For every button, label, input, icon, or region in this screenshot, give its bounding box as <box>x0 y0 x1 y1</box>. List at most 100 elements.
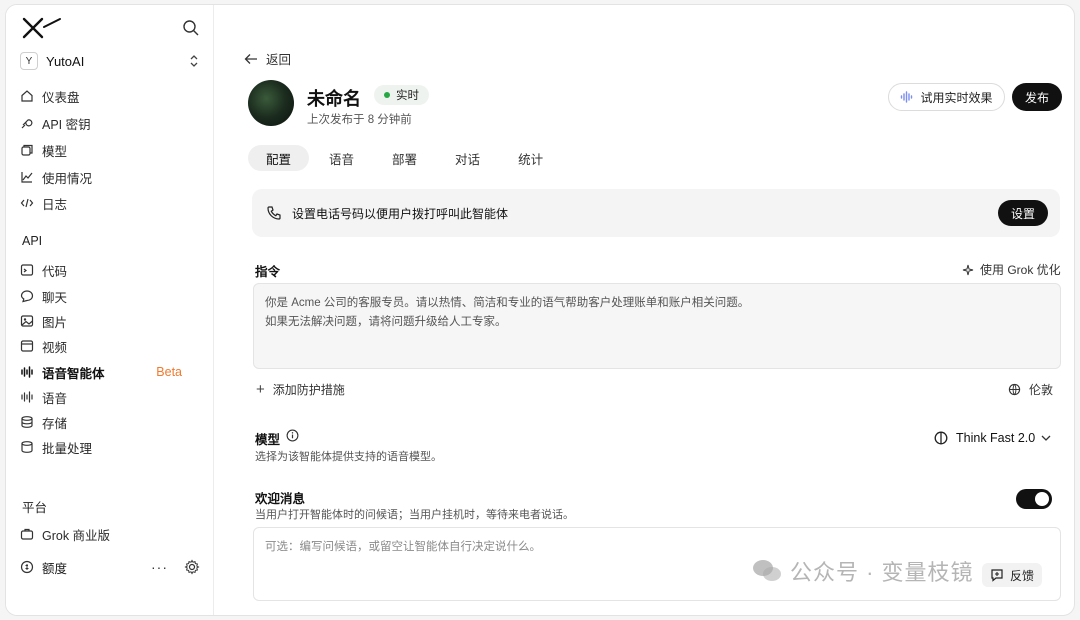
workspace-switcher[interactable]: Y YutoAI <box>20 51 200 71</box>
optimize-with-grok-button[interactable]: 使用 Grok 优化 <box>962 261 1061 278</box>
back-button[interactable]: 返回 <box>244 49 291 68</box>
tab-conversations[interactable]: 对话 <box>437 145 498 171</box>
search-icon[interactable] <box>182 19 200 37</box>
waveform-small-icon <box>20 390 34 404</box>
region-selector[interactable]: 伦敦 <box>1008 381 1053 398</box>
beta-badge: Beta <box>156 365 182 379</box>
tab-voice[interactable]: 语音 <box>311 145 372 171</box>
sidebar-item-grok-business[interactable]: Grok 商业版 <box>20 524 200 544</box>
sidebar-item-storage[interactable]: 存储 <box>20 412 200 432</box>
key-icon <box>20 116 34 130</box>
sidebar-item-dashboard[interactable]: 仪表盘 <box>20 86 200 106</box>
watermark-text: 公众号 · 变量枝镜 <box>790 560 974 585</box>
sidebar-item-voice[interactable]: 语音 <box>20 387 200 407</box>
add-guardrail-button[interactable]: + 添加防护措施 <box>256 381 345 398</box>
globe-icon <box>1008 383 1021 396</box>
optimize-label: 使用 Grok 优化 <box>980 263 1061 277</box>
sidebar-item-label: 图片 <box>42 315 68 330</box>
feedback-label: 反馈 <box>1010 568 1035 583</box>
instructions-label: 指令 <box>255 265 281 279</box>
sidebar-item-label: 存储 <box>42 416 68 431</box>
last-published-text: 上次发布于 8 分钟前 <box>307 114 412 126</box>
model-dropdown[interactable]: Think Fast 2.0 <box>934 431 1059 445</box>
waveform-icon <box>20 365 34 379</box>
sidebar-item-label: 语音智能体 <box>42 366 105 381</box>
sidebar-item-label: 日志 <box>42 197 68 212</box>
sidebar-item-label: Grok 商业版 <box>42 528 111 543</box>
stack-icon <box>20 440 34 454</box>
sidebar-item-label: 代码 <box>42 264 68 279</box>
try-live-button[interactable]: 试用实时效果 <box>888 83 1005 111</box>
sidebar-item-voice-agent[interactable]: 语音智能体 Beta <box>20 362 200 382</box>
code-icon <box>20 196 34 210</box>
x-logo-icon[interactable] <box>22 17 62 41</box>
sidebar-item-chat[interactable]: 聊天 <box>20 286 200 306</box>
sidebar-item-video[interactable]: 视频 <box>20 336 200 356</box>
sidebar-item-api-keys[interactable]: API 密钥 <box>20 113 200 133</box>
tab-stats[interactable]: 统计 <box>500 145 561 171</box>
sidebar-item-logs[interactable]: 日志 <box>20 193 200 213</box>
sidebar-footer: 额度 ··· <box>20 557 200 577</box>
chat-bubble-icon <box>20 289 34 303</box>
plus-icon: + <box>256 381 265 398</box>
phone-banner-text: 设置电话号码以便用户拨打呼叫此智能体 <box>292 206 509 221</box>
chevron-down-icon <box>1041 435 1051 441</box>
voice-wave-icon <box>901 91 913 103</box>
welcome-message-toggle[interactable] <box>1016 489 1052 509</box>
workspace-badge: Y <box>20 52 38 70</box>
chart-line-icon <box>20 170 34 184</box>
try-live-label: 试用实时效果 <box>920 90 993 105</box>
sidebar-item-batch[interactable]: 批量处理 <box>20 437 200 457</box>
info-icon[interactable] <box>286 429 299 442</box>
sidebar-item-usage[interactable]: 使用情况 <box>20 167 200 187</box>
feedback-button[interactable]: 反馈 <box>982 563 1043 587</box>
instructions-line-1: 你是 Acme 公司的客服专员。请以热情、简洁和专业的语气帮助客户处理账单和账户… <box>265 297 750 309</box>
app-window: Y YutoAI 仪表盘 API 密钥 模型 使用情况 日志 API 代码 聊天… <box>5 4 1075 616</box>
arrow-left-icon <box>244 53 257 64</box>
chevron-up-down-icon <box>190 55 198 67</box>
credits-link[interactable]: 额度 <box>42 558 67 577</box>
workspace-name: YutoAI <box>46 53 85 69</box>
sidebar-item-label: 模型 <box>42 144 68 159</box>
model-description: 选择为该智能体提供支持的语音模型。 <box>255 451 442 463</box>
instructions-textarea[interactable]: 你是 Acme 公司的客服专员。请以热情、简洁和专业的语气帮助客户处理账单和账户… <box>253 283 1061 369</box>
live-dot-icon <box>384 92 390 98</box>
welcome-message-description: 当用户打开智能体时的问候语；当用户挂机时，等待来电者说话。 <box>255 509 574 521</box>
sidebar-item-label: 批量处理 <box>42 441 93 456</box>
main-panel: 返回 未命名 实时 上次发布于 8 分钟前 试用实时效果 发布 配置 语音 部署… <box>214 5 1074 615</box>
watermark: 公众号 · 变量枝镜 <box>752 555 974 587</box>
sidebar-item-code[interactable]: 代码 <box>20 260 200 280</box>
sidebar-item-label: 语音 <box>42 391 68 406</box>
sidebar: Y YutoAI 仪表盘 API 密钥 模型 使用情况 日志 API 代码 聊天… <box>6 5 214 615</box>
sidebar-item-label: 视频 <box>42 340 68 355</box>
agent-avatar[interactable] <box>248 80 294 126</box>
section-label-platform: 平台 <box>22 501 48 515</box>
agent-name[interactable]: 未命名 <box>307 85 361 111</box>
tab-deploy[interactable]: 部署 <box>374 145 435 171</box>
section-label-api: API <box>22 234 43 248</box>
welcome-message-label: 欢迎消息 <box>255 492 306 506</box>
image-icon <box>20 314 34 328</box>
phone-icon <box>267 206 281 220</box>
model-logo-icon <box>934 431 948 445</box>
toggle-knob <box>1035 492 1049 506</box>
setup-phone-button[interactable]: 设置 <box>998 200 1048 226</box>
tab-config[interactable]: 配置 <box>248 145 310 171</box>
phone-setup-banner: 设置电话号码以便用户拨打呼叫此智能体 设置 <box>252 189 1060 237</box>
feedback-icon <box>991 569 1003 582</box>
sidebar-item-models[interactable]: 模型 <box>20 140 200 160</box>
more-options-button[interactable]: ··· <box>151 559 168 575</box>
live-status-badge: 实时 <box>374 85 429 105</box>
publish-button[interactable]: 发布 <box>1012 83 1062 111</box>
home-icon <box>20 89 34 103</box>
back-label: 返回 <box>266 53 292 67</box>
sidebar-item-images[interactable]: 图片 <box>20 311 200 331</box>
region-label: 伦敦 <box>1029 383 1054 397</box>
tab-bar: 配置 语音 部署 对话 统计 <box>248 145 563 171</box>
sidebar-item-label: API 密钥 <box>42 117 91 132</box>
gear-icon[interactable] <box>184 559 200 575</box>
sidebar-item-label: 使用情况 <box>42 171 93 186</box>
database-icon <box>20 415 34 429</box>
video-icon <box>20 339 34 353</box>
welcome-placeholder: 可选：编写问候语，或留空让智能体自行决定说什么。 <box>265 541 541 553</box>
